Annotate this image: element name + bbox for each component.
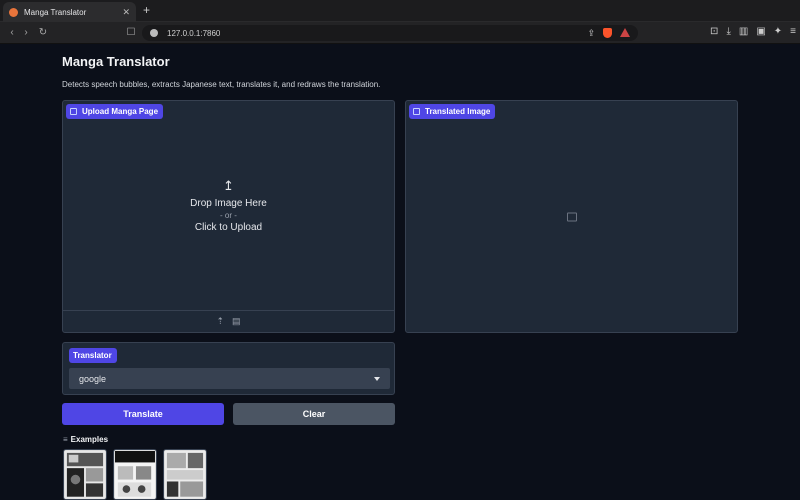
browser-toolbar: ‹ › ↻ ☐ 127.0.0.1:7860 ⇪ ⊡ ⤓ ▥ ▣ ✦ ≡: [0, 22, 800, 44]
page-description: Detects speech bubbles, extracts Japanes…: [62, 80, 381, 89]
translate-button[interactable]: Translate: [62, 403, 224, 425]
translator-selected-value: google: [79, 373, 107, 384]
wallet-icon[interactable]: ▣: [756, 26, 765, 37]
manga-favicon-icon: [9, 7, 18, 17]
translator-label-text: Translator: [73, 351, 112, 360]
example-thumbnail[interactable]: [63, 449, 107, 500]
screenshot-icon[interactable]: ⊡: [710, 26, 718, 37]
output-panel-label-text: Translated Image: [425, 107, 491, 116]
example-thumbnail[interactable]: [113, 449, 157, 500]
or-separator: - or -: [220, 210, 237, 220]
translator-dropdown[interactable]: google: [69, 368, 390, 389]
bookmark-icon[interactable]: ☐: [124, 27, 138, 38]
upload-dropzone[interactable]: ↥ Drop Image Here - or - Click to Upload: [63, 101, 394, 310]
clipboard-source-icon[interactable]: ▤: [232, 316, 241, 327]
image-icon: [413, 108, 420, 115]
share-icon[interactable]: ⇪: [587, 28, 595, 39]
brave-rewards-icon[interactable]: [620, 27, 630, 37]
browser-tab-bar: Manga Translator ✕ +: [0, 0, 800, 22]
forward-icon[interactable]: ›: [19, 27, 33, 38]
leo-ai-icon[interactable]: ✦: [774, 26, 782, 37]
upload-panel: ↥ Drop Image Here - or - Click to Upload…: [62, 100, 395, 333]
back-icon[interactable]: ‹: [5, 27, 19, 38]
download-icon[interactable]: ⤓: [726, 26, 730, 37]
menu-icon[interactable]: ≡: [790, 26, 796, 37]
manga-page-thumbnail-image: [65, 451, 105, 499]
output-panel: Translated Image: [405, 100, 738, 333]
toolbar-right-icons: ⊡ ⤓ ▥ ▣ ✦ ≡: [710, 26, 796, 37]
chevron-down-icon: [374, 376, 380, 381]
tab-title: Manga Translator: [24, 7, 87, 17]
clear-button[interactable]: Clear: [233, 403, 395, 425]
example-thumbnail[interactable]: [163, 449, 207, 500]
manga-page-thumbnail-image: [115, 451, 155, 499]
examples-header-text: Examples: [70, 435, 109, 444]
examples-header: ≡ Examples: [63, 435, 108, 444]
close-tab-icon[interactable]: ✕: [122, 7, 130, 18]
upload-panel-label-text: Upload Manga Page: [82, 107, 159, 116]
url-text[interactable]: 127.0.0.1:7860: [167, 29, 587, 38]
upload-panel-label: Upload Manga Page: [66, 104, 164, 119]
reload-icon[interactable]: ↻: [36, 27, 50, 38]
image-icon: [70, 108, 77, 115]
output-panel-label: Translated Image: [409, 104, 496, 119]
translator-label: Translator: [69, 348, 117, 363]
upload-source-bar: ⇡ ▤: [63, 310, 394, 332]
upload-source-icon[interactable]: ⇡: [216, 316, 224, 327]
manga-page-thumbnail-image: [165, 451, 205, 499]
new-tab-button[interactable]: +: [143, 3, 150, 17]
site-info-icon[interactable]: [150, 29, 158, 37]
page-title: Manga Translator: [62, 54, 170, 69]
sidebar-icon[interactable]: ▥: [739, 26, 748, 37]
drop-image-text: Drop Image Here: [190, 197, 267, 209]
upload-icon: ↥: [223, 177, 234, 193]
click-to-upload-text: Click to Upload: [194, 221, 263, 233]
brave-shields-icon[interactable]: [603, 27, 612, 38]
list-icon: ≡: [63, 435, 68, 444]
translator-panel: Translator google: [62, 342, 395, 395]
browser-tab[interactable]: Manga Translator ✕: [3, 2, 136, 22]
image-placeholder-icon: [566, 212, 577, 221]
address-bar[interactable]: 127.0.0.1:7860 ⇪: [142, 25, 638, 41]
